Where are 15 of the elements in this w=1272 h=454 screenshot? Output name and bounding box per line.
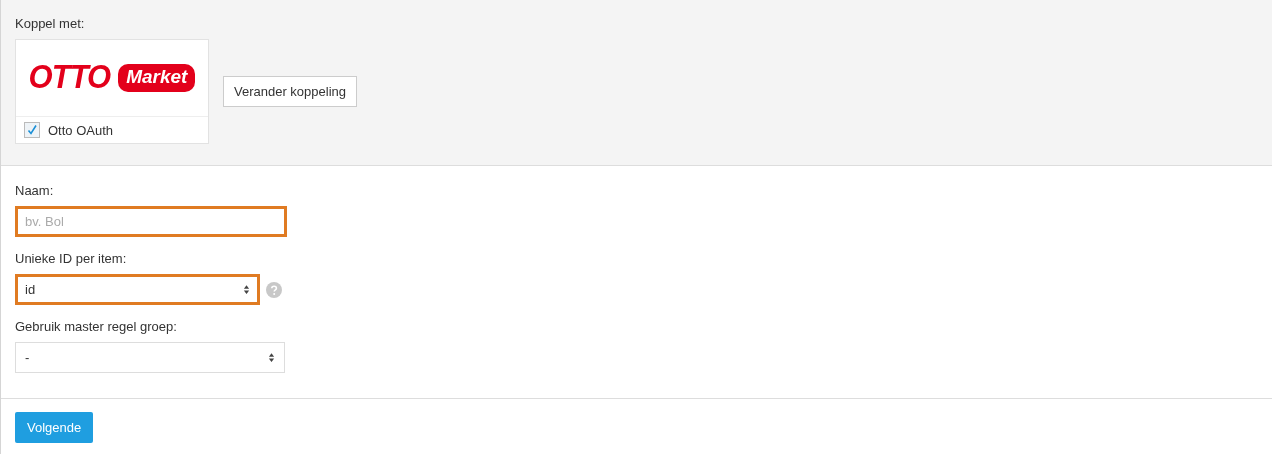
otto-market-logo: OTTO Market [16,40,208,117]
help-icon[interactable] [266,281,282,298]
sort-arrows-icon [268,352,275,363]
field-label: Unieke ID per item: [15,251,128,266]
checkbox-label: Otto OAuth [48,122,114,138]
field-label: Gebruik master regel groep: [15,319,178,334]
integration-card[interactable]: OTTO Market Otto OAuth [15,39,209,144]
select-field[interactable]: id [15,274,260,305]
field-label: Koppel met: [15,16,86,31]
change-link-button[interactable]: Verander koppeling [223,76,358,107]
field-label: Naam: [15,183,55,198]
sort-arrows-icon [243,284,250,295]
checkbox[interactable] [24,122,40,138]
name-input[interactable]: bv. Bol [15,206,287,237]
select-field[interactable]: - [15,342,285,373]
